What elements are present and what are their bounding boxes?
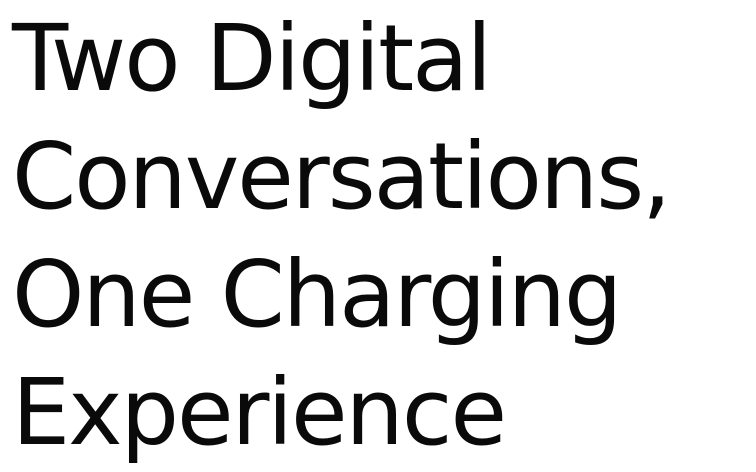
headline: Two Digital Conversations, One Charging … bbox=[12, 0, 756, 472]
headline-line-2: Conversations, bbox=[12, 123, 671, 230]
headline-line-3: One Charging bbox=[12, 241, 622, 348]
headline-line-4: Experience bbox=[12, 359, 507, 466]
headline-line-1: Two Digital bbox=[12, 5, 492, 112]
